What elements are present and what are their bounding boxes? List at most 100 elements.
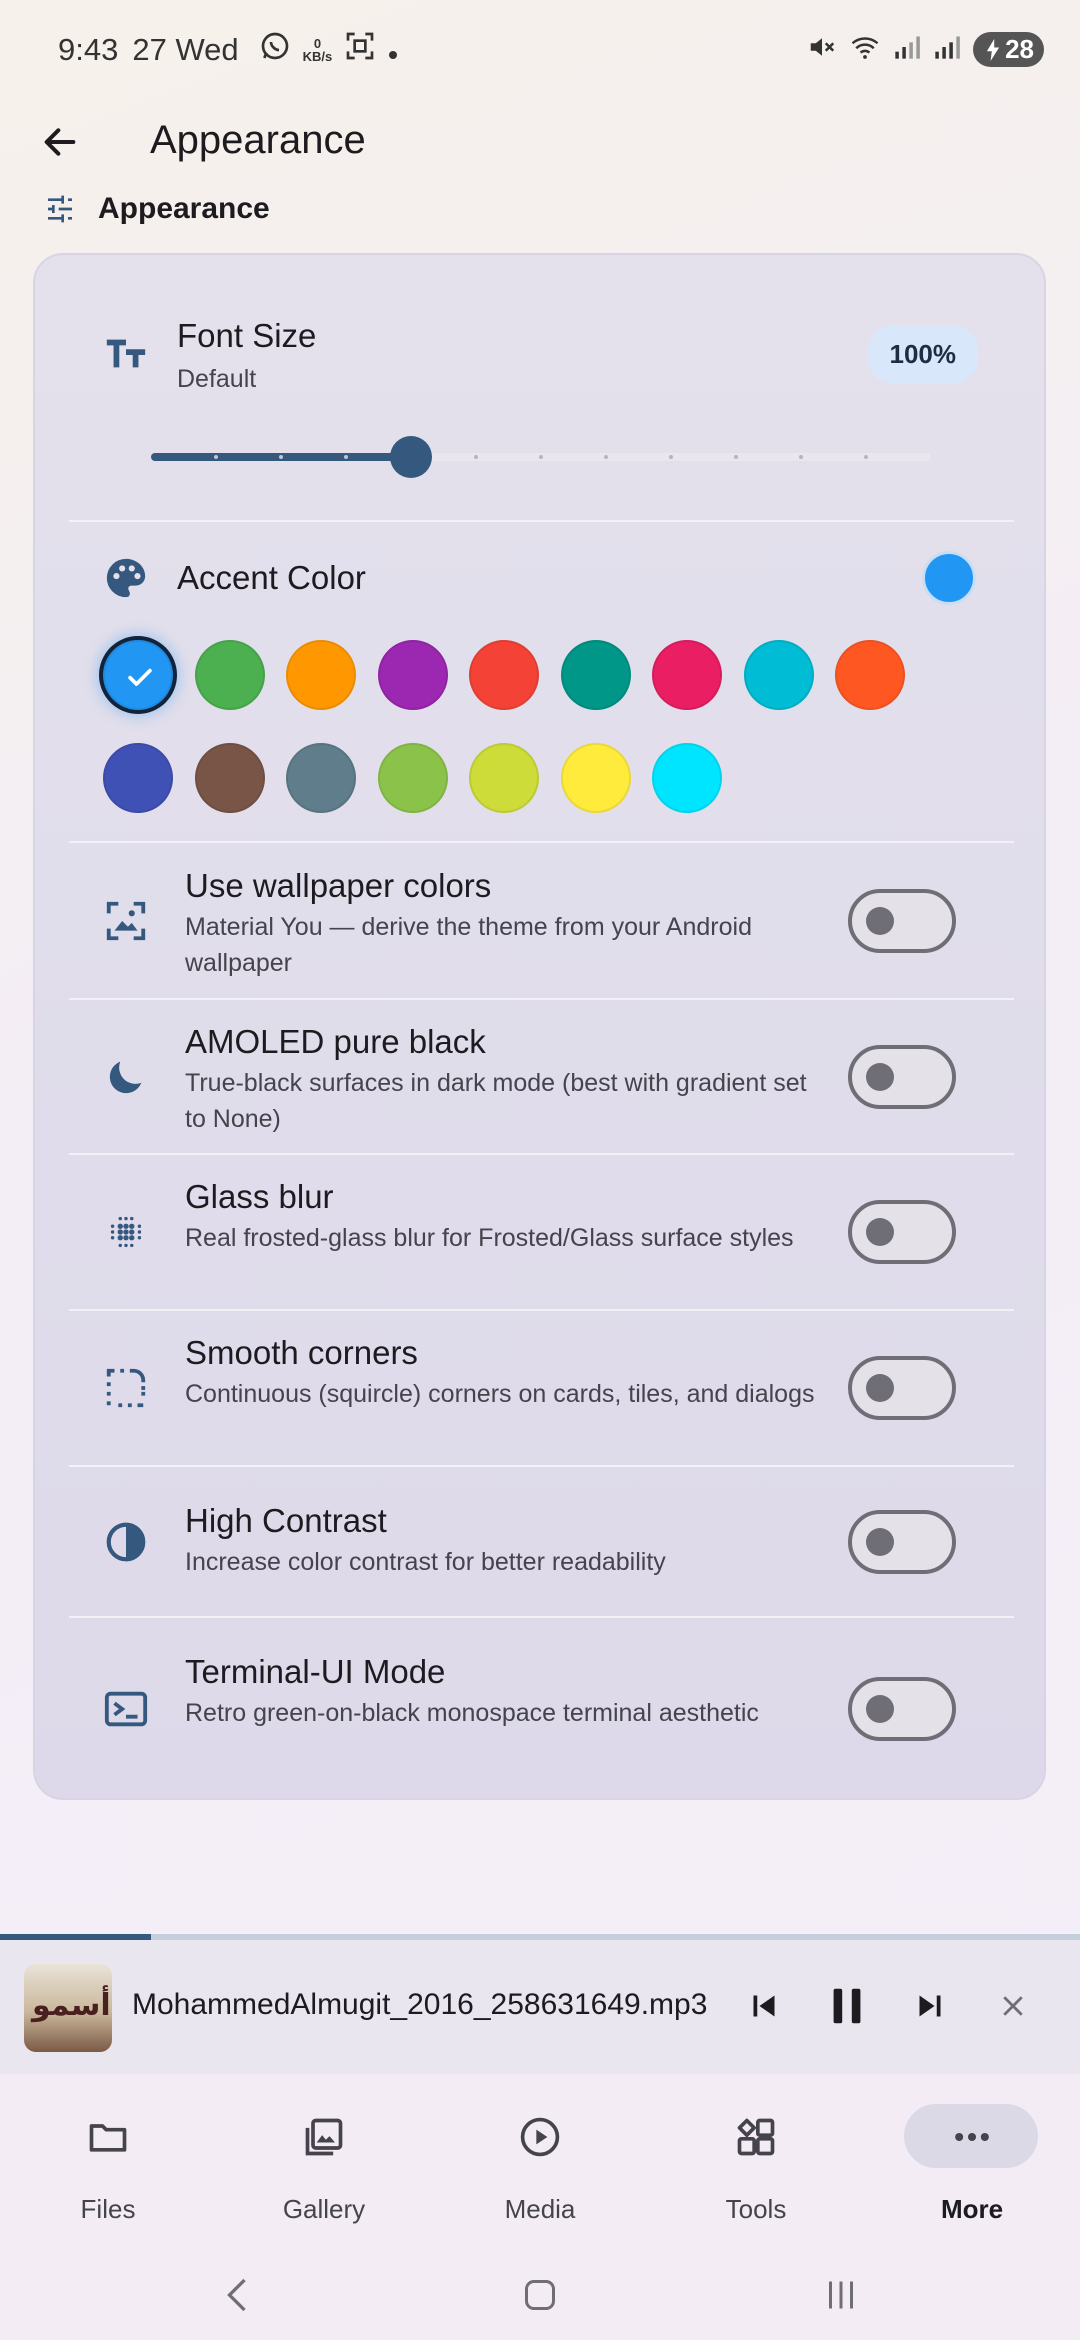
net-speed: 0 KB/s <box>303 37 333 63</box>
accent-swatch[interactable] <box>286 640 356 710</box>
section-header: Appearance <box>44 192 270 226</box>
next-button[interactable] <box>900 1976 960 2036</box>
slider-tick <box>604 455 608 459</box>
mute-icon <box>807 32 837 67</box>
nav-item-media[interactable]: Media <box>432 2074 648 2244</box>
setting-title: Glass blur <box>185 1178 334 1215</box>
slider-tick <box>734 455 738 459</box>
net-speed-unit: KB/s <box>302 49 333 64</box>
setting-toggle[interactable] <box>848 1509 956 1574</box>
whatsapp-icon <box>259 30 291 70</box>
more-icon <box>947 2112 997 2162</box>
slider-tick <box>799 455 803 459</box>
accent-swatch[interactable] <box>743 640 814 710</box>
setting-row[interactable]: Smooth corners Continuous (squircle) corn… <box>35 1310 1048 1466</box>
setting-toggle[interactable] <box>848 1676 956 1741</box>
accent-swatch[interactable] <box>469 743 539 813</box>
nav-item-gallery[interactable]: Gallery <box>216 2074 432 2244</box>
setting-row[interactable]: Terminal-UI Mode Retro green-on-black mon… <box>35 1617 1048 1800</box>
previous-button[interactable] <box>734 1976 794 2036</box>
accent-color-title: Accent Color <box>177 559 366 596</box>
setting-row[interactable]: High Contrast Increase color contrast for… <box>35 1466 1048 1617</box>
accent-swatch[interactable] <box>377 743 448 813</box>
font-size-slider[interactable] <box>151 436 931 478</box>
rounded-corner-icon <box>103 1365 149 1411</box>
play-circle-icon <box>515 2112 565 2162</box>
chevron-left-icon <box>227 2278 246 2312</box>
nav-item-files[interactable]: Files <box>0 2074 216 2244</box>
toggle-knob <box>866 1694 894 1723</box>
nav-item-tools[interactable]: Tools <box>648 2074 864 2244</box>
skip-previous-icon <box>753 1995 775 2017</box>
gallery-icon <box>299 2112 349 2162</box>
tune-icon <box>48 195 72 223</box>
slider-tick <box>539 455 543 459</box>
accent-swatch[interactable] <box>652 743 722 813</box>
recents-icon <box>829 2281 853 2309</box>
dot-icon <box>388 32 398 68</box>
system-recents-button[interactable] <box>816 2270 866 2320</box>
accent-swatch[interactable] <box>469 640 539 710</box>
nav-label: Media <box>504 2194 576 2224</box>
slider-tick <box>344 455 348 459</box>
accent-swatch[interactable] <box>103 640 173 710</box>
nav-label: Files <box>80 2194 136 2224</box>
battery-level: 28 <box>1005 34 1034 64</box>
app-bar: Appearance <box>0 100 1080 190</box>
setting-toggle[interactable] <box>848 1200 956 1264</box>
accent-swatch[interactable] <box>652 640 722 710</box>
status-right: 28 <box>807 32 1044 67</box>
setting-subtitle: Material You — derive the theme from you… <box>185 913 752 977</box>
page-title: Appearance <box>150 118 366 162</box>
font-size-subtitle: Default <box>177 365 257 393</box>
section-label: Appearance <box>98 192 270 225</box>
slider-tick <box>474 455 478 459</box>
skip-next-icon <box>919 1995 941 2017</box>
setting-title: Smooth corners <box>185 1334 418 1371</box>
setting-toggle[interactable] <box>848 889 956 953</box>
status-bar: 9:43 27 Wed 0 KB/s 28 <box>0 0 1080 100</box>
contrast-icon <box>103 1519 149 1565</box>
setting-subtitle: Continuous (squircle) corners on cards, … <box>185 1380 815 1408</box>
setting-toggle[interactable] <box>848 1356 956 1420</box>
back-button[interactable] <box>34 116 86 168</box>
screenshot-icon <box>344 30 376 70</box>
accent-swatch[interactable] <box>194 640 265 710</box>
system-back-button[interactable] <box>212 2270 262 2320</box>
setting-title: High Contrast <box>185 1502 387 1539</box>
album-art: أسمو <box>24 1964 112 2052</box>
wallpaper-icon <box>103 898 149 944</box>
pause-button[interactable] <box>817 1976 877 2036</box>
nav-label: More <box>940 2194 1004 2224</box>
nav-label: Gallery <box>282 2194 366 2224</box>
slider-thumb[interactable] <box>389 436 432 478</box>
accent-swatch[interactable] <box>194 743 265 813</box>
accent-swatch[interactable] <box>560 640 631 710</box>
charging-icon <box>986 38 1000 61</box>
slider-tick <box>864 455 868 459</box>
setting-title: Use wallpaper colors <box>185 867 492 904</box>
setting-toggle[interactable] <box>848 1044 956 1109</box>
accent-swatch[interactable] <box>103 743 173 813</box>
accent-color-preview <box>922 551 976 605</box>
accent-swatch[interactable] <box>835 640 905 710</box>
setting-subtitle: Real frosted-glass blur for Frosted/Glas… <box>185 1224 794 1252</box>
setting-row[interactable]: AMOLED pure black True-black surfaces in … <box>35 999 1048 1154</box>
accent-swatch[interactable] <box>286 743 356 813</box>
accent-swatch[interactable] <box>560 743 631 813</box>
close-player-button[interactable] <box>983 1976 1043 2036</box>
toggle-knob <box>866 1218 894 1246</box>
accent-swatch[interactable] <box>377 640 448 710</box>
mini-player[interactable]: أسمو MohammedAlmugit_2016_258631649.mp3 <box>0 1940 1080 2074</box>
setting-subtitle: Retro green-on-black monospace terminal … <box>185 1699 759 1727</box>
setting-row[interactable]: Glass blur Real frosted-glass blur for Fr… <box>35 1154 1048 1310</box>
pause-icon <box>833 1988 861 2024</box>
bottom-navigation: Files Gallery Media Tools More <box>0 2074 1080 2244</box>
divider <box>69 520 1014 522</box>
palette-icon <box>103 555 149 601</box>
system-home-button[interactable] <box>515 2270 565 2320</box>
setting-row[interactable]: Use wallpaper colors Material You — deriv… <box>35 843 1048 999</box>
status-left: 9:43 27 Wed 0 KB/s <box>58 30 398 70</box>
nav-item-more[interactable]: More <box>864 2074 1080 2244</box>
battery-badge: 28 <box>973 32 1044 67</box>
